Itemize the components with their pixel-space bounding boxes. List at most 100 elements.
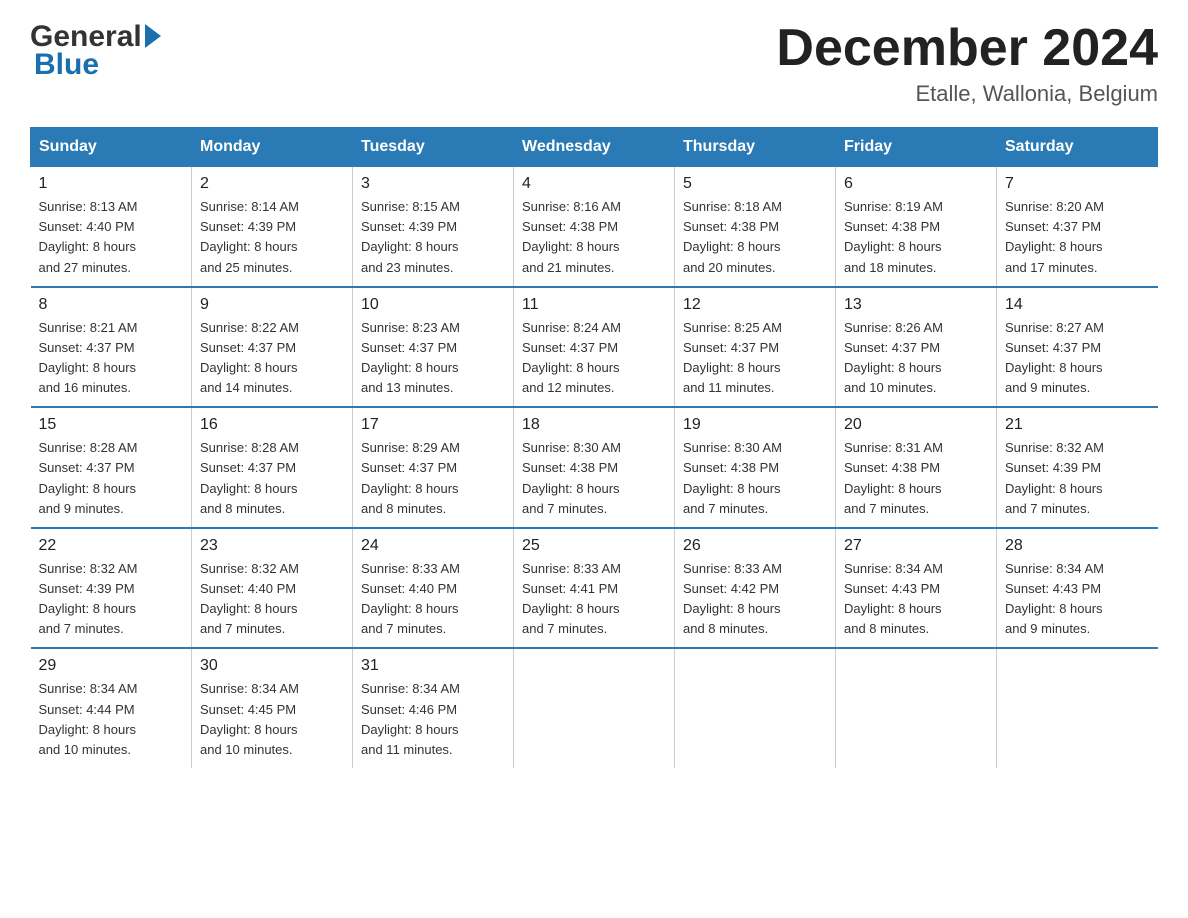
weekday-header-tuesday: Tuesday [353, 128, 514, 167]
day-info: Sunrise: 8:26 AM Sunset: 4:37 PM Dayligh… [844, 318, 988, 399]
day-info: Sunrise: 8:30 AM Sunset: 4:38 PM Dayligh… [683, 438, 827, 519]
day-number: 26 [683, 537, 827, 555]
day-info: Sunrise: 8:33 AM Sunset: 4:41 PM Dayligh… [522, 559, 666, 640]
calendar-day-cell: 3 Sunrise: 8:15 AM Sunset: 4:39 PM Daylig… [353, 167, 514, 287]
calendar-week-row: 8 Sunrise: 8:21 AM Sunset: 4:37 PM Daylig… [31, 287, 1158, 408]
weekday-header-row: SundayMondayTuesdayWednesdayThursdayFrid… [31, 128, 1158, 167]
logo: General Blue [30, 20, 161, 82]
day-info: Sunrise: 8:32 AM Sunset: 4:39 PM Dayligh… [1005, 438, 1150, 519]
page-header: General Blue December 2024 Etalle, Wallo… [30, 20, 1158, 107]
day-info: Sunrise: 8:28 AM Sunset: 4:37 PM Dayligh… [39, 438, 184, 519]
calendar-day-cell: 27 Sunrise: 8:34 AM Sunset: 4:43 PM Dayli… [836, 528, 997, 649]
calendar-day-cell: 18 Sunrise: 8:30 AM Sunset: 4:38 PM Dayli… [514, 407, 675, 528]
calendar-day-cell: 12 Sunrise: 8:25 AM Sunset: 4:37 PM Dayli… [675, 287, 836, 408]
day-info: Sunrise: 8:29 AM Sunset: 4:37 PM Dayligh… [361, 438, 505, 519]
day-info: Sunrise: 8:21 AM Sunset: 4:37 PM Dayligh… [39, 318, 184, 399]
day-number: 20 [844, 416, 988, 434]
calendar-empty-cell [514, 648, 675, 768]
calendar-day-cell: 31 Sunrise: 8:34 AM Sunset: 4:46 PM Dayli… [353, 648, 514, 768]
day-info: Sunrise: 8:28 AM Sunset: 4:37 PM Dayligh… [200, 438, 344, 519]
calendar-week-row: 1Sunrise: 8:13 AM Sunset: 4:40 PM Daylig… [31, 167, 1158, 287]
day-info: Sunrise: 8:33 AM Sunset: 4:40 PM Dayligh… [361, 559, 505, 640]
day-info: Sunrise: 8:24 AM Sunset: 4:37 PM Dayligh… [522, 318, 666, 399]
calendar-title: December 2024 [776, 20, 1158, 77]
day-number: 25 [522, 537, 666, 555]
weekday-header-saturday: Saturday [997, 128, 1158, 167]
weekday-header-thursday: Thursday [675, 128, 836, 167]
calendar-day-cell: 13Sunrise: 8:26 AM Sunset: 4:37 PM Dayli… [836, 287, 997, 408]
day-info: Sunrise: 8:25 AM Sunset: 4:37 PM Dayligh… [683, 318, 827, 399]
title-block: December 2024 Etalle, Wallonia, Belgium [776, 20, 1158, 107]
day-info: Sunrise: 8:34 AM Sunset: 4:44 PM Dayligh… [39, 679, 184, 760]
day-number: 23 [200, 537, 344, 555]
weekday-header-friday: Friday [836, 128, 997, 167]
calendar-day-cell: 29 Sunrise: 8:34 AM Sunset: 4:44 PM Dayli… [31, 648, 192, 768]
calendar-day-cell: 23 Sunrise: 8:32 AM Sunset: 4:40 PM Dayli… [192, 528, 353, 649]
weekday-header-wednesday: Wednesday [514, 128, 675, 167]
day-number: 3 [361, 175, 505, 193]
calendar-day-cell: 30 Sunrise: 8:34 AM Sunset: 4:45 PM Dayli… [192, 648, 353, 768]
calendar-week-row: 29 Sunrise: 8:34 AM Sunset: 4:44 PM Dayli… [31, 648, 1158, 768]
day-number: 10 [361, 296, 505, 314]
day-number: 12 [683, 296, 827, 314]
day-info: Sunrise: 8:23 AM Sunset: 4:37 PM Dayligh… [361, 318, 505, 399]
calendar-day-cell: 11 Sunrise: 8:24 AM Sunset: 4:37 PM Dayli… [514, 287, 675, 408]
calendar-day-cell: 22Sunrise: 8:32 AM Sunset: 4:39 PM Dayli… [31, 528, 192, 649]
day-info: Sunrise: 8:27 AM Sunset: 4:37 PM Dayligh… [1005, 318, 1150, 399]
day-info: Sunrise: 8:19 AM Sunset: 4:38 PM Dayligh… [844, 197, 988, 278]
day-info: Sunrise: 8:18 AM Sunset: 4:38 PM Dayligh… [683, 197, 827, 278]
day-info: Sunrise: 8:16 AM Sunset: 4:38 PM Dayligh… [522, 197, 666, 278]
day-number: 22 [39, 537, 184, 555]
day-info: Sunrise: 8:31 AM Sunset: 4:38 PM Dayligh… [844, 438, 988, 519]
day-info: Sunrise: 8:34 AM Sunset: 4:45 PM Dayligh… [200, 679, 344, 760]
calendar-day-cell: 28 Sunrise: 8:34 AM Sunset: 4:43 PM Dayli… [997, 528, 1158, 649]
calendar-day-cell: 9Sunrise: 8:22 AM Sunset: 4:37 PM Daylig… [192, 287, 353, 408]
day-number: 21 [1005, 416, 1150, 434]
calendar-day-cell: 5 Sunrise: 8:18 AM Sunset: 4:38 PM Daylig… [675, 167, 836, 287]
day-info: Sunrise: 8:34 AM Sunset: 4:43 PM Dayligh… [844, 559, 988, 640]
calendar-subtitle: Etalle, Wallonia, Belgium [776, 81, 1158, 107]
day-info: Sunrise: 8:14 AM Sunset: 4:39 PM Dayligh… [200, 197, 344, 278]
day-number: 1 [39, 175, 184, 193]
day-number: 7 [1005, 175, 1150, 193]
calendar-week-row: 22Sunrise: 8:32 AM Sunset: 4:39 PM Dayli… [31, 528, 1158, 649]
calendar-day-cell: 16 Sunrise: 8:28 AM Sunset: 4:37 PM Dayli… [192, 407, 353, 528]
day-number: 2 [200, 175, 344, 193]
day-number: 28 [1005, 537, 1150, 555]
calendar-day-cell: 4 Sunrise: 8:16 AM Sunset: 4:38 PM Daylig… [514, 167, 675, 287]
day-number: 27 [844, 537, 988, 555]
calendar-day-cell: 2 Sunrise: 8:14 AM Sunset: 4:39 PM Daylig… [192, 167, 353, 287]
day-number: 18 [522, 416, 666, 434]
calendar-day-cell: 8 Sunrise: 8:21 AM Sunset: 4:37 PM Daylig… [31, 287, 192, 408]
calendar-empty-cell [675, 648, 836, 768]
day-number: 4 [522, 175, 666, 193]
weekday-header-sunday: Sunday [31, 128, 192, 167]
day-info: Sunrise: 8:30 AM Sunset: 4:38 PM Dayligh… [522, 438, 666, 519]
day-number: 14 [1005, 296, 1150, 314]
calendar-day-cell: 10 Sunrise: 8:23 AM Sunset: 4:37 PM Dayli… [353, 287, 514, 408]
day-number: 30 [200, 657, 344, 675]
day-number: 29 [39, 657, 184, 675]
day-number: 31 [361, 657, 505, 675]
calendar-day-cell: 1Sunrise: 8:13 AM Sunset: 4:40 PM Daylig… [31, 167, 192, 287]
calendar-day-cell: 15Sunrise: 8:28 AM Sunset: 4:37 PM Dayli… [31, 407, 192, 528]
day-info: Sunrise: 8:15 AM Sunset: 4:39 PM Dayligh… [361, 197, 505, 278]
weekday-header-monday: Monday [192, 128, 353, 167]
day-info: Sunrise: 8:34 AM Sunset: 4:43 PM Dayligh… [1005, 559, 1150, 640]
day-info: Sunrise: 8:33 AM Sunset: 4:42 PM Dayligh… [683, 559, 827, 640]
day-number: 19 [683, 416, 827, 434]
day-info: Sunrise: 8:32 AM Sunset: 4:40 PM Dayligh… [200, 559, 344, 640]
day-number: 16 [200, 416, 344, 434]
calendar-day-cell: 21 Sunrise: 8:32 AM Sunset: 4:39 PM Dayli… [997, 407, 1158, 528]
day-number: 5 [683, 175, 827, 193]
day-number: 11 [522, 296, 666, 314]
day-info: Sunrise: 8:22 AM Sunset: 4:37 PM Dayligh… [200, 318, 344, 399]
calendar-day-cell: 20 Sunrise: 8:31 AM Sunset: 4:38 PM Dayli… [836, 407, 997, 528]
calendar-week-row: 15Sunrise: 8:28 AM Sunset: 4:37 PM Dayli… [31, 407, 1158, 528]
calendar-day-cell: 19 Sunrise: 8:30 AM Sunset: 4:38 PM Dayli… [675, 407, 836, 528]
day-info: Sunrise: 8:34 AM Sunset: 4:46 PM Dayligh… [361, 679, 505, 760]
day-number: 8 [39, 296, 184, 314]
calendar-day-cell: 26 Sunrise: 8:33 AM Sunset: 4:42 PM Dayli… [675, 528, 836, 649]
calendar-day-cell: 17Sunrise: 8:29 AM Sunset: 4:37 PM Dayli… [353, 407, 514, 528]
day-number: 6 [844, 175, 988, 193]
